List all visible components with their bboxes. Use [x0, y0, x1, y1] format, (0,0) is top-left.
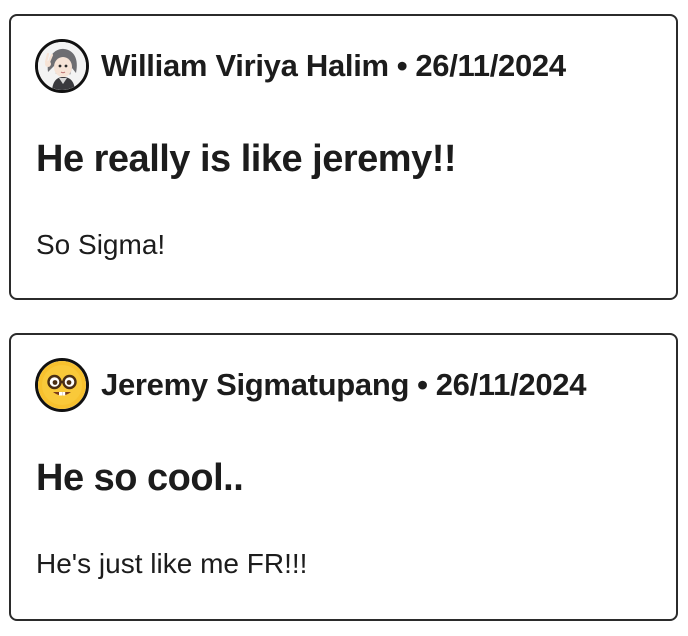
- post-header: Jeremy Sigmatupang • 26/11/2024: [35, 355, 586, 415]
- post-date: 26/11/2024: [415, 48, 566, 83]
- author-line: William Viriya Halim • 26/11/2024: [101, 48, 566, 84]
- author-line: Jeremy Sigmatupang • 26/11/2024: [101, 367, 586, 403]
- post-card[interactable]: Jeremy Sigmatupang • 26/11/2024 He so cool…: [9, 333, 678, 621]
- post-card[interactable]: William Viriya Halim • 26/11/2024 He reall…: [9, 14, 678, 300]
- anime-character-avatar-icon[interactable]: [35, 39, 89, 93]
- author-name[interactable]: William Viriya Halim: [101, 48, 389, 83]
- post-title: He so cool..: [36, 457, 244, 499]
- separator: •: [396, 48, 408, 83]
- post-feed: William Viriya Halim • 26/11/2024 He reall…: [0, 0, 688, 636]
- post-title: He really is like jeremy!!: [36, 138, 457, 180]
- post-header: William Viriya Halim • 26/11/2024: [35, 36, 566, 96]
- nerd-face-emoji-avatar-icon[interactable]: [35, 358, 89, 412]
- post-date: 26/11/2024: [435, 367, 587, 402]
- post-body: So Sigma!: [36, 229, 166, 260]
- separator: •: [417, 367, 428, 402]
- post-body: He's just like me FR!!!: [36, 548, 308, 579]
- author-name[interactable]: Jeremy Sigmatupang: [101, 367, 409, 402]
